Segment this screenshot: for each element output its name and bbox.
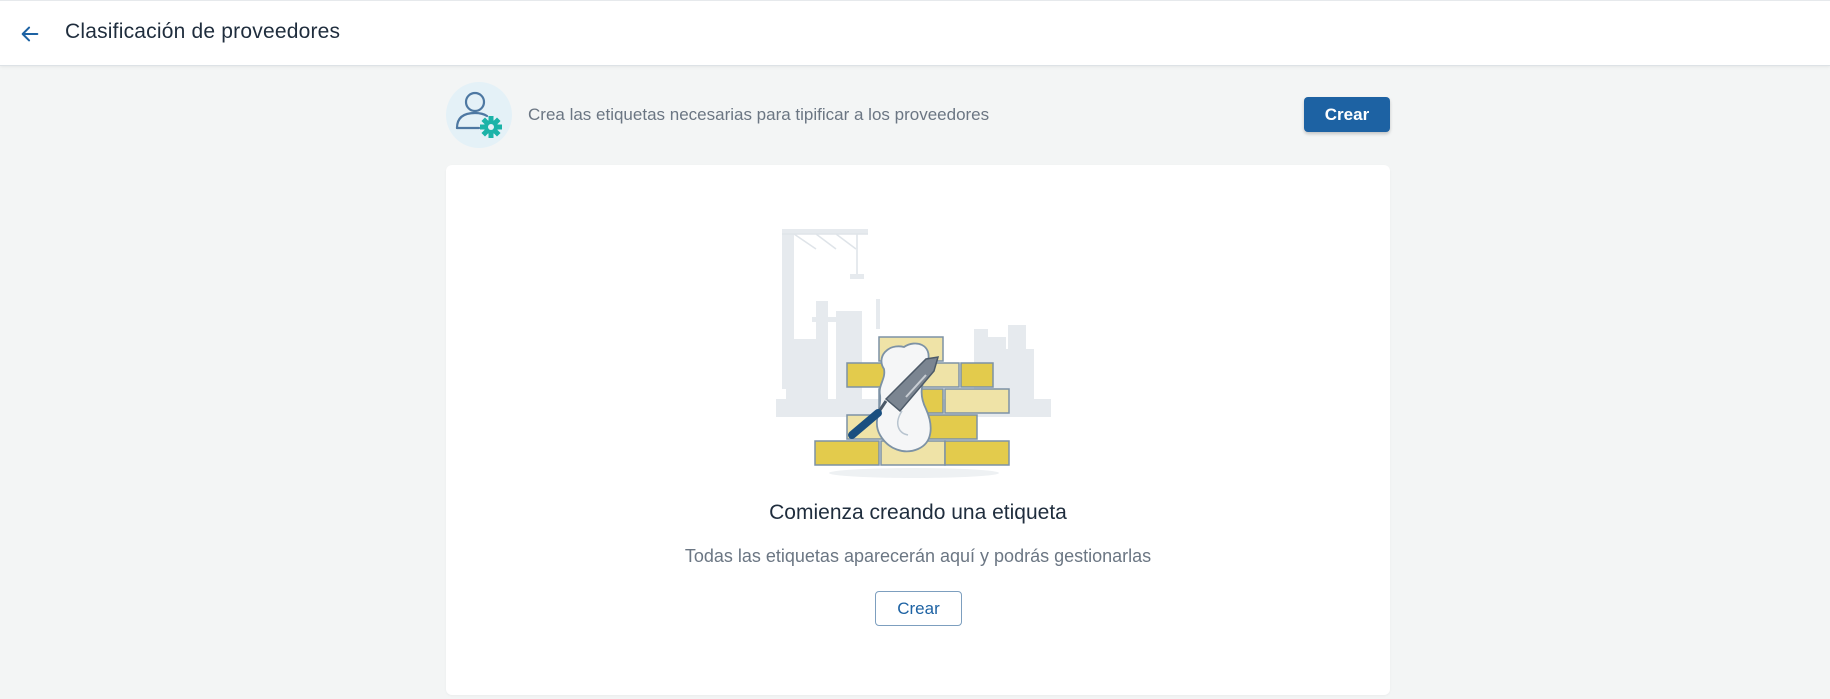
empty-state-title: Comienza creando una etiqueta [769,501,1067,524]
empty-state-card: Comienza creando una etiqueta Todas las … [446,165,1390,695]
brick-wall-trowel-illustration [776,229,1066,489]
top-bar: Clasificación de proveedores [0,0,1830,66]
back-button[interactable] [14,18,46,50]
create-button[interactable]: Crear [1304,97,1390,132]
page-title: Clasificación de proveedores [65,20,341,43]
empty-state-subtitle: Todas las etiquetas aparecerán aquí y po… [684,546,1152,566]
info-row: Crea las etiquetas necesarias para tipif… [446,80,1390,150]
arrow-left-icon [21,26,39,42]
info-text: Crea las etiquetas necesarias para tipif… [528,105,990,124]
create-tag-button[interactable]: Crear [875,591,962,626]
user-gear-icon [446,82,512,148]
